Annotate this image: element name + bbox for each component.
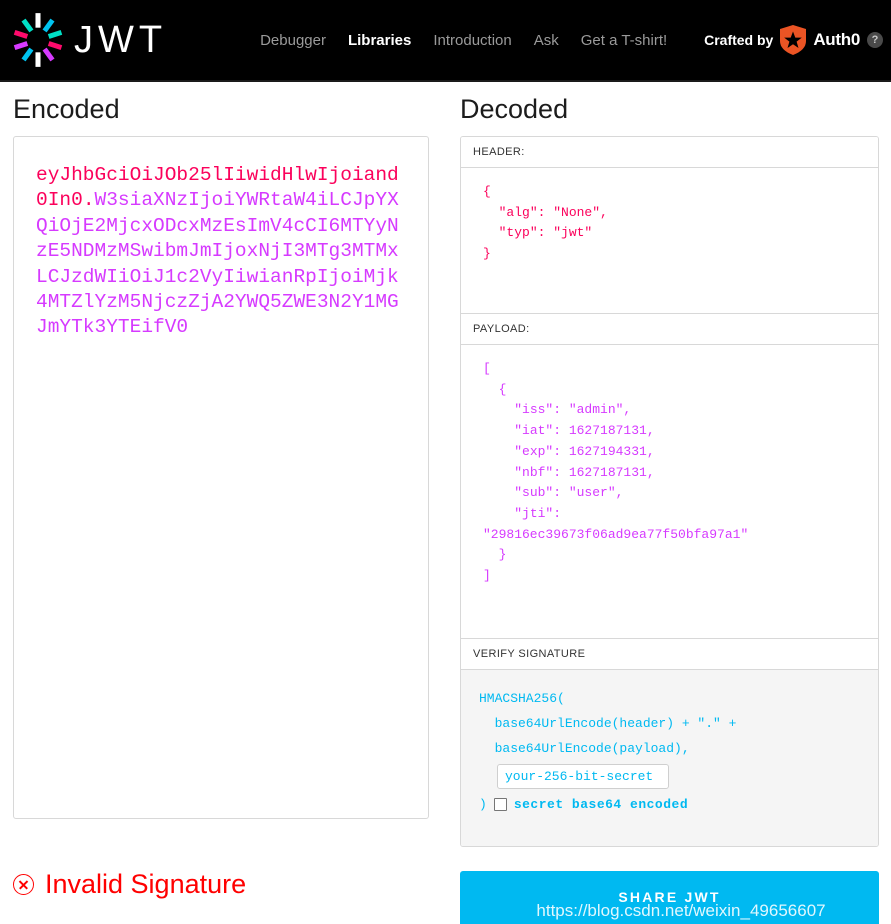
secret-base64-label[interactable]: secret base64 encoded <box>514 792 688 817</box>
nav-item-get-a-tshirt[interactable]: Get a T-shirt! <box>581 32 667 49</box>
verify-signature-body: HMACSHA256( base64UrlEncode(header) + ".… <box>461 670 878 846</box>
encoded-token-text: eyJhbGciOiJOb25lIiwidHlwIjoiand0In0.W3si… <box>36 163 406 341</box>
logo-wordmark: JWT <box>74 19 168 61</box>
signature-line-1: HMACSHA256( <box>479 691 565 706</box>
signature-line-2: base64UrlEncode(header) + "." + <box>479 716 737 731</box>
nav-item-introduction[interactable]: Introduction <box>433 32 511 49</box>
secret-base64-checkbox[interactable] <box>493 798 507 811</box>
token-dot-separator: . <box>82 189 95 212</box>
brand-logo[interactable]: JWT <box>10 12 167 68</box>
footer-row: Invalid Signature SHARE JWT https://blog… <box>0 847 891 924</box>
decoded-column: Decoded HEADER: { "alg": "None", "typ": … <box>460 82 891 847</box>
signature-panel-label: VERIFY SIGNATURE <box>461 638 878 670</box>
share-area: SHARE JWT https://blog.csdn.net/weixin_4… <box>460 871 891 924</box>
decoded-title: Decoded <box>460 94 569 124</box>
crafted-by-label: Crafted by <box>704 32 774 48</box>
error-circle-x-icon <box>13 874 34 895</box>
header-panel-label: HEADER: <box>461 137 878 168</box>
auth0-shield-icon <box>780 25 807 55</box>
header-json-editor[interactable]: { "alg": "None", "typ": "jwt" } <box>461 168 878 313</box>
site-header: JWT Debugger Libraries Introduction Ask … <box>0 0 891 82</box>
main-nav: Debugger Libraries Introduction Ask Get … <box>260 32 667 49</box>
main-content: Encoded eyJhbGciOiJOb25lIiwidHlwIjoiand0… <box>0 82 891 847</box>
base64-checkbox-row: ) secret base64 encoded <box>479 792 866 817</box>
nav-item-debugger[interactable]: Debugger <box>260 32 326 49</box>
encoded-title: Encoded <box>13 94 120 124</box>
nav-item-ask[interactable]: Ask <box>534 32 559 49</box>
help-question-icon[interactable]: ? <box>867 32 883 48</box>
signature-status-area: Invalid Signature <box>0 871 460 898</box>
share-jwt-button[interactable]: SHARE JWT <box>460 871 879 924</box>
encoded-token-input[interactable]: eyJhbGciOiJOb25lIiwidHlwIjoiand0In0.W3si… <box>13 136 429 819</box>
secret-input[interactable] <box>497 764 669 789</box>
status-badge: Invalid Signature <box>13 871 460 898</box>
nav-item-libraries[interactable]: Libraries <box>348 32 411 49</box>
encoded-column: Encoded eyJhbGciOiJOb25lIiwidHlwIjoiand0… <box>0 82 460 847</box>
signature-line-3: base64UrlEncode(payload), <box>479 741 690 756</box>
status-text: Invalid Signature <box>45 869 247 899</box>
token-payload-segment: W3siaXNzIjoiYWRtaW4iLCJpYXQiOjE2MjcxODcx… <box>36 189 399 339</box>
closing-paren: ) <box>479 797 487 812</box>
jwt-pinwheel-icon <box>13 13 63 67</box>
auth0-label: Auth0 <box>813 30 860 49</box>
payload-json-editor[interactable]: [ { "iss": "admin", "iat": 1627187131, "… <box>461 345 878 638</box>
payload-panel-label: PAYLOAD: <box>461 313 878 345</box>
decoded-panels: HEADER: { "alg": "None", "typ": "jwt" } … <box>460 136 879 847</box>
crafted-by-badge[interactable]: Crafted by Auth0 ? <box>704 25 883 55</box>
